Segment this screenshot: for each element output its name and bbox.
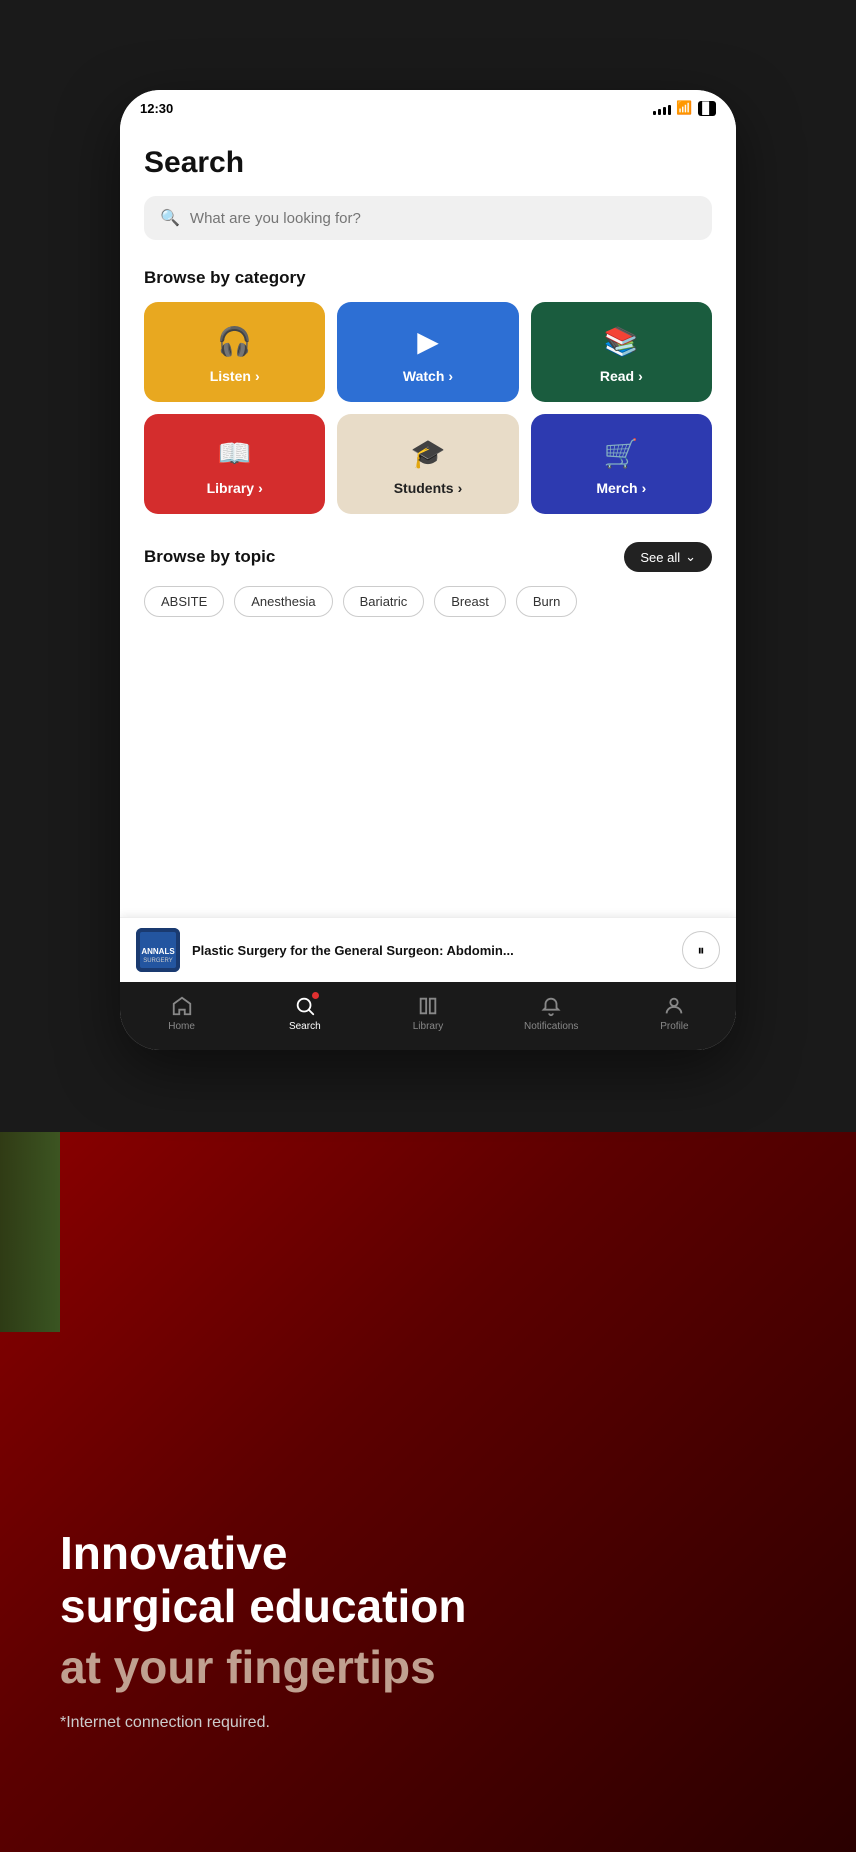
nav-search-label: Search (289, 1021, 321, 1032)
wifi-icon: 📶 (676, 100, 692, 116)
topic-breast[interactable]: Breast (434, 586, 506, 617)
subheadline: at your fingertips (60, 1641, 816, 1694)
topic-pills: ABSITE Anesthesia Bariatric Breast Burn (144, 586, 712, 617)
search-bar[interactable]: 🔍 (144, 196, 712, 240)
svg-text:ANNALS: ANNALS (141, 947, 175, 956)
now-playing-bar[interactable]: ANNALS SURGERY Plastic Surgery for the G… (120, 917, 736, 982)
library-nav-icon (417, 995, 439, 1017)
topic-bariatric[interactable]: Bariatric (343, 586, 425, 617)
play-icon: ▶︎ (417, 325, 439, 358)
merch-label: Merch › (596, 480, 646, 496)
category-merch[interactable]: 🛒 Merch › (531, 414, 712, 514)
nav-library[interactable]: Library (366, 995, 489, 1032)
status-bar: 12:30 📶 ▊ (120, 90, 736, 126)
phone-mockup: 12:30 📶 ▊ Search 🔍 Browse by category 🎧 (120, 90, 736, 1050)
listen-label: Listen › (210, 368, 260, 384)
profile-icon (663, 995, 685, 1017)
library-label: Library › (207, 480, 263, 496)
graduation-icon: 🎓 (411, 437, 446, 470)
watch-label: Watch › (403, 368, 453, 384)
nav-home[interactable]: Home (120, 995, 243, 1032)
category-grid: 🎧 Listen › ▶︎ Watch › 📚 Read › (144, 302, 712, 514)
read-label: Read › (600, 368, 643, 384)
battery-icon: ▊ (698, 101, 716, 116)
pause-icon: ⏸ (698, 942, 705, 959)
nav-search[interactable]: Search (243, 995, 366, 1032)
category-listen[interactable]: 🎧 Listen › (144, 302, 325, 402)
now-playing-info: Plastic Surgery for the General Surgeon:… (192, 943, 670, 958)
nav-profile[interactable]: Profile (613, 995, 736, 1032)
svg-text:SURGERY: SURGERY (143, 958, 173, 964)
home-icon (171, 995, 193, 1017)
category-read[interactable]: 📚 Read › (531, 302, 712, 402)
headphones-icon: 🎧 (217, 325, 252, 358)
nav-library-label: Library (413, 1021, 444, 1032)
now-playing-title: Plastic Surgery for the General Surgeon:… (192, 943, 670, 958)
disclaimer: *Internet connection required. (60, 1714, 816, 1732)
status-time: 12:30 (140, 101, 173, 116)
cart-icon: 🛒 (604, 437, 639, 470)
bottom-nav: Home Search Library (120, 982, 736, 1050)
browse-category-heading: Browse by category (144, 268, 712, 288)
students-label: Students › (394, 480, 463, 496)
nav-notifications-label: Notifications (524, 1021, 578, 1032)
search-notification-dot (312, 992, 319, 999)
nav-profile-label: Profile (660, 1021, 688, 1032)
main-content: Search 🔍 Browse by category 🎧 Listen › ▶… (120, 126, 736, 982)
bell-icon (540, 995, 562, 1017)
see-all-button[interactable]: See all ⌄ (624, 542, 712, 572)
topic-anesthesia[interactable]: Anesthesia (234, 586, 332, 617)
thumbnail-svg: ANNALS SURGERY (136, 928, 180, 972)
topic-header-row: Browse by topic See all ⌄ (144, 542, 712, 572)
browse-topic-heading: Browse by topic (144, 547, 275, 567)
category-library[interactable]: 📖 Library › (144, 414, 325, 514)
now-playing-thumbnail: ANNALS SURGERY (136, 928, 180, 972)
bottom-text-content: Innovative surgical education at your fi… (60, 1527, 816, 1732)
nav-home-label: Home (168, 1021, 195, 1032)
chevron-down-icon: ⌄ (685, 549, 696, 565)
topic-burn[interactable]: Burn (516, 586, 577, 617)
search-icon: 🔍 (160, 208, 180, 228)
headline-line1: Innovative surgical education (60, 1527, 816, 1633)
topic-absite[interactable]: ABSITE (144, 586, 224, 617)
category-watch[interactable]: ▶︎ Watch › (337, 302, 518, 402)
read-icon: 📚 (604, 325, 639, 358)
nav-notifications[interactable]: Notifications (490, 995, 613, 1032)
category-students[interactable]: 🎓 Students › (337, 414, 518, 514)
bottom-section: Innovative surgical education at your fi… (0, 1132, 856, 1852)
library-icon: 📖 (217, 437, 252, 470)
status-icons: 📶 ▊ (653, 100, 716, 116)
page-title: Search (144, 146, 712, 180)
signal-bars-icon (653, 101, 671, 115)
pause-button[interactable]: ⏸ (682, 931, 720, 969)
bottom-background (0, 1132, 856, 1852)
bottom-image-overlay (0, 1132, 60, 1332)
search-input[interactable] (190, 210, 696, 227)
